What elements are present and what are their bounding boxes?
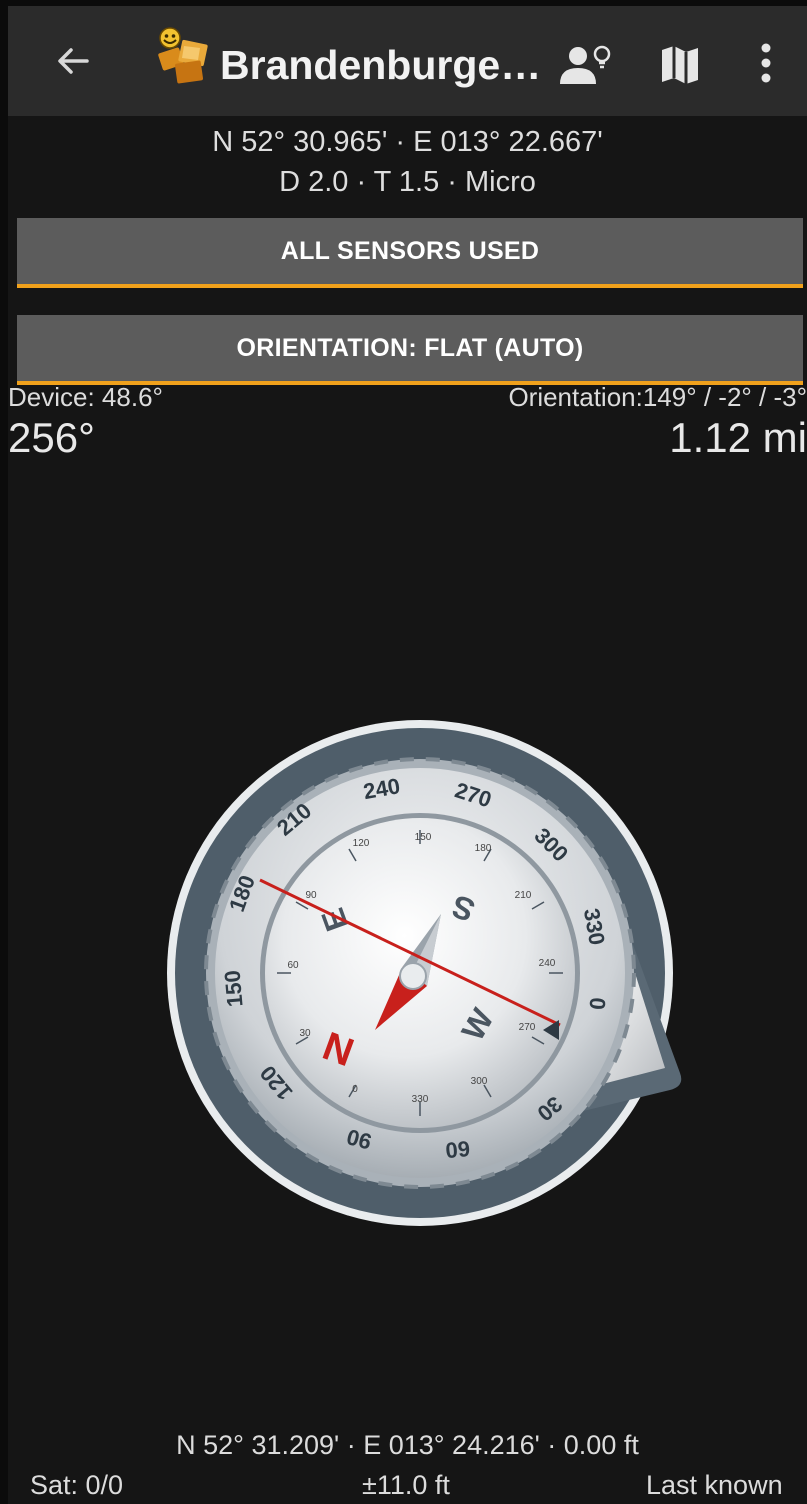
current-position: N 52° 31.209' · E 013° 24.216' · 0.00 ft [176,1430,639,1460]
device-heading-label: Device: 48.6° [8,382,163,412]
more-vert-icon [761,43,771,83]
screen-edge [0,0,8,1504]
overflow-menu-button[interactable] [750,38,782,88]
gps-accuracy: ±11.0 ft [362,1470,450,1500]
location-source: Last known [646,1470,783,1500]
compass-rose: 240 270 300 330 0 30 60 90 120 150 180 2… [165,718,695,1228]
orientation-readout: Orientation:149° / -2° / -3° [508,382,807,412]
svg-text:60: 60 [287,960,299,971]
back-button[interactable] [48,36,98,86]
svg-text:270: 270 [519,1022,536,1033]
tick-label-150: 150 [219,969,247,1008]
map-icon [662,46,698,84]
hint-button[interactable] [558,42,614,88]
geocache-logo-icon [154,24,224,90]
svg-text:180: 180 [475,843,492,854]
svg-text:120: 120 [353,838,370,849]
tick-label-0: 0 [584,996,610,1010]
person-hint-icon [560,45,611,84]
tick-label-60: 60 [444,1136,471,1163]
svg-text:210: 210 [515,890,532,901]
compass-screen: Brandenburge… N 52° 30.965' · E 013° 22.… [0,0,807,1504]
target-coordinates: N 52° 30.965' · E 013° 22.667' [212,126,603,158]
satellite-count: Sat: 0/0 [30,1470,124,1500]
cache-details: D 2.0 · T 1.5 · Micro [279,166,536,198]
svg-text:0: 0 [352,1084,358,1095]
svg-text:240: 240 [539,958,556,969]
sensors-button[interactable]: ALL SENSORS USED [17,218,803,288]
app-toolbar: Brandenburge… [8,6,807,116]
bearing-value: 256° [8,414,95,461]
svg-text:90: 90 [305,890,317,901]
svg-text:330: 330 [412,1094,429,1105]
target-info: N 52° 30.965' · E 013° 22.667' D 2.0 · T… [8,122,807,202]
svg-text:150: 150 [415,832,432,843]
map-button[interactable] [656,42,704,88]
arrow-back-icon [58,48,89,74]
svg-text:300: 300 [471,1076,488,1087]
cache-title: Brandenburge… [220,42,542,88]
orientation-button[interactable]: ORIENTATION: FLAT (AUTO) [17,315,803,385]
distance-value: 1.12 mi [669,414,807,461]
svg-text:30: 30 [299,1028,311,1039]
